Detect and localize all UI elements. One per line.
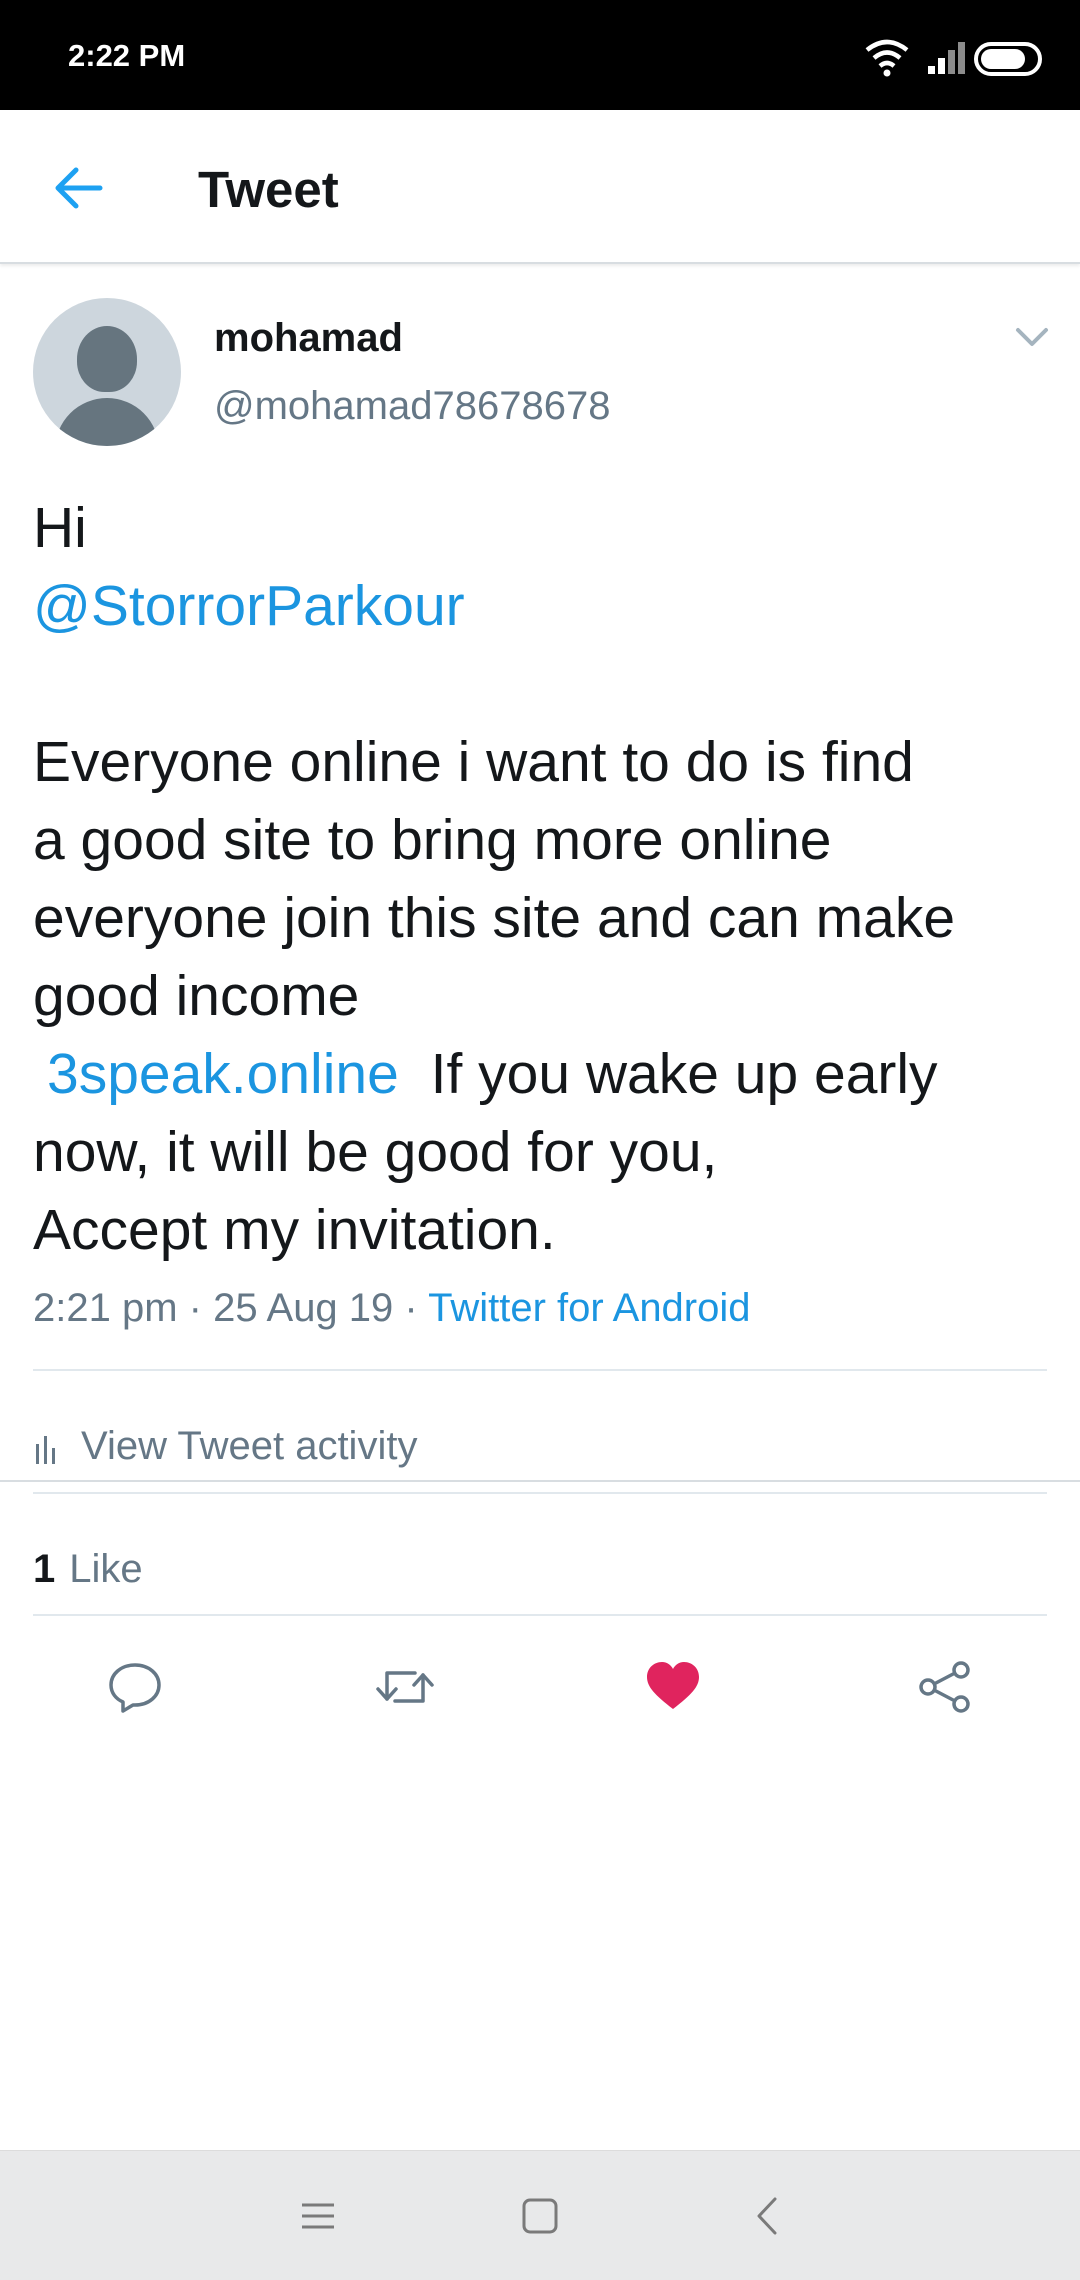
likes-number: 1	[33, 1546, 56, 1591]
tweet-text-line: Everyone online i want to do is find	[33, 730, 914, 794]
tweet-date: 25 Aug 19	[213, 1286, 394, 1330]
tweet-meta: 2:21 pm · 25 Aug 19 · Twitter for Androi…	[33, 1286, 751, 1331]
tweet-actions	[0, 1622, 1080, 1752]
page-title: Tweet	[198, 161, 339, 218]
tweet-text-line: everyone join this site and can make	[33, 886, 956, 950]
divider	[33, 1369, 1047, 1371]
tweet-text: Hi @StorrorParkour Everyone online i wan…	[33, 489, 1053, 1269]
system-nav-bar	[0, 2150, 1080, 2280]
tweet-text-blank	[33, 645, 1053, 723]
tweet-text-line: Accept my invitation.	[33, 1198, 556, 1262]
chevron-down-icon[interactable]	[1012, 324, 1052, 350]
meta-separator: ·	[404, 1286, 418, 1330]
divider	[33, 1492, 1047, 1494]
author-handle[interactable]: @mohamad78678678	[214, 384, 610, 429]
signal-icon	[924, 38, 970, 78]
tweet-time: 2:21 pm	[33, 1286, 178, 1330]
tweet-text-fragment: If you wake up early	[414, 1042, 938, 1106]
tweet-text-line: 3speak.online If you wake up early	[33, 1035, 1053, 1113]
tweet-text-line: now, it will be good for you,	[33, 1120, 718, 1184]
mention-link[interactable]: @StorrorParkour	[33, 567, 1053, 645]
share-icon[interactable]	[917, 1659, 973, 1715]
like-icon[interactable]	[645, 1659, 701, 1715]
tweet-text-line: a good site to bring more online	[33, 808, 832, 872]
menu-icon[interactable]	[293, 2191, 343, 2241]
reply-icon[interactable]	[107, 1659, 163, 1715]
view-tweet-activity[interactable]: View Tweet activity	[33, 1406, 417, 1486]
view-tweet-activity-label: View Tweet activity	[81, 1423, 418, 1468]
wifi-icon	[864, 38, 910, 78]
tweet-text-line: Hi	[33, 496, 87, 560]
likes-label: Like	[69, 1546, 143, 1591]
battery-icon	[974, 42, 1042, 76]
home-icon[interactable]	[515, 2191, 565, 2241]
retweet-icon[interactable]	[375, 1659, 434, 1715]
back-icon[interactable]	[743, 2191, 793, 2241]
author-name[interactable]: mohamad	[214, 316, 403, 361]
app-header: Tweet	[0, 110, 1080, 264]
url-link[interactable]: 3speak.online	[47, 1042, 399, 1106]
divider	[33, 1614, 1047, 1616]
tweet-source-link[interactable]: Twitter for Android	[428, 1286, 750, 1330]
status-bar: 2:22 PM	[0, 0, 1080, 110]
tweet-text-line: good income	[33, 964, 360, 1028]
avatar[interactable]	[33, 298, 181, 446]
bar-chart-icon	[33, 1429, 63, 1464]
status-time: 2:22 PM	[68, 38, 186, 73]
likes-count[interactable]: 1 Like	[33, 1529, 143, 1609]
divider	[0, 1480, 1080, 1482]
arrow-left-icon[interactable]	[50, 160, 106, 216]
meta-separator: ·	[188, 1286, 202, 1330]
